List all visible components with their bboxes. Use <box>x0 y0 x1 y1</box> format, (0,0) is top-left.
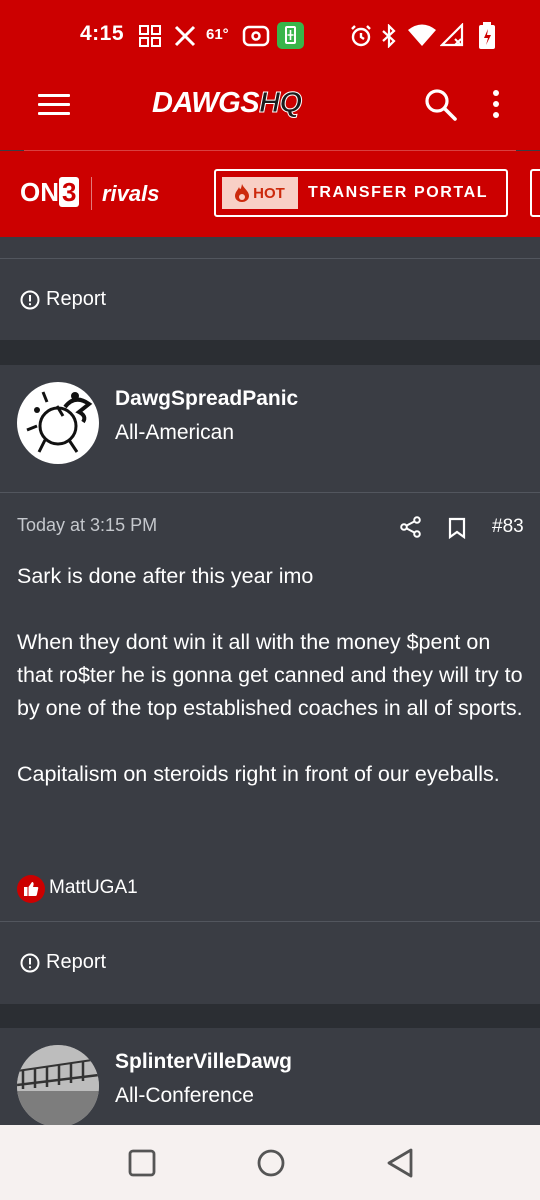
hamburger-menu-icon[interactable] <box>38 94 70 116</box>
brand-separator <box>91 177 92 210</box>
thumbs-up-icon <box>24 882 39 896</box>
user-title: All-American <box>115 421 235 444</box>
bookmark-icon[interactable] <box>448 517 466 539</box>
hot-badge: HOT <box>222 177 298 209</box>
post-paragraph: When they dont win it all with the money… <box>17 630 523 720</box>
status-temperature: 61° <box>206 26 229 43</box>
dawgshq-logo[interactable]: DAWGSHQ <box>152 87 303 120</box>
alert-circle-icon <box>20 290 40 309</box>
share-icon[interactable] <box>400 516 422 538</box>
home-icon[interactable] <box>256 1148 286 1178</box>
post-timestamp[interactable]: Today at 3:15 PM <box>17 515 157 536</box>
search-icon[interactable] <box>424 88 458 122</box>
post-paragraph: Sark is done after this year imo <box>17 564 314 588</box>
post-number[interactable]: #83 <box>492 516 524 538</box>
radio-icon <box>242 25 270 47</box>
post-gap <box>0 1004 540 1028</box>
more-options-icon[interactable] <box>493 90 499 123</box>
flame-icon <box>235 184 250 202</box>
bluetooth-icon <box>382 24 396 48</box>
on3-logo[interactable]: ON 3 <box>20 177 80 208</box>
post-body: Sark is done after this year imo When th… <box>17 560 527 824</box>
post-paragraph: Capitalism on steroids right in front of… <box>17 762 500 786</box>
like-reaction-icon[interactable] <box>17 875 45 903</box>
alarm-icon <box>351 25 371 47</box>
battery-icon <box>479 22 495 49</box>
avatar[interactable] <box>17 1045 99 1127</box>
liked-by[interactable]: MattUGA1 <box>49 877 138 899</box>
post-gap <box>0 340 540 365</box>
report-button[interactable]: Report <box>20 288 106 311</box>
post-username[interactable]: DawgSpreadPanic <box>115 387 298 411</box>
alert-circle-icon <box>20 953 40 972</box>
rivals-logo[interactable]: rivals <box>102 181 160 207</box>
brand-bar-next-tab[interactable] <box>530 169 540 217</box>
recent-apps-icon[interactable] <box>128 1149 156 1177</box>
app-grid-icon <box>139 25 161 47</box>
post-divider <box>0 258 540 259</box>
report-button[interactable]: Report <box>20 951 106 974</box>
avatar-image <box>26 391 93 453</box>
transfer-portal-label: TRANSFER PORTAL <box>308 184 489 201</box>
post-username[interactable]: SplinterVilleDawg <box>115 1050 292 1074</box>
avatar[interactable] <box>17 382 99 464</box>
back-icon[interactable] <box>385 1147 415 1179</box>
status-time: 4:15 <box>80 22 125 45</box>
battery-saver-icon <box>277 22 304 49</box>
user-title: All-Conference <box>115 1084 254 1107</box>
x-logo-icon <box>174 25 196 47</box>
post-footer-divider <box>0 921 540 922</box>
post-header-divider <box>0 492 540 493</box>
wifi-icon <box>408 24 436 46</box>
avatar-image <box>17 1045 99 1127</box>
cell-signal-icon <box>440 23 464 47</box>
